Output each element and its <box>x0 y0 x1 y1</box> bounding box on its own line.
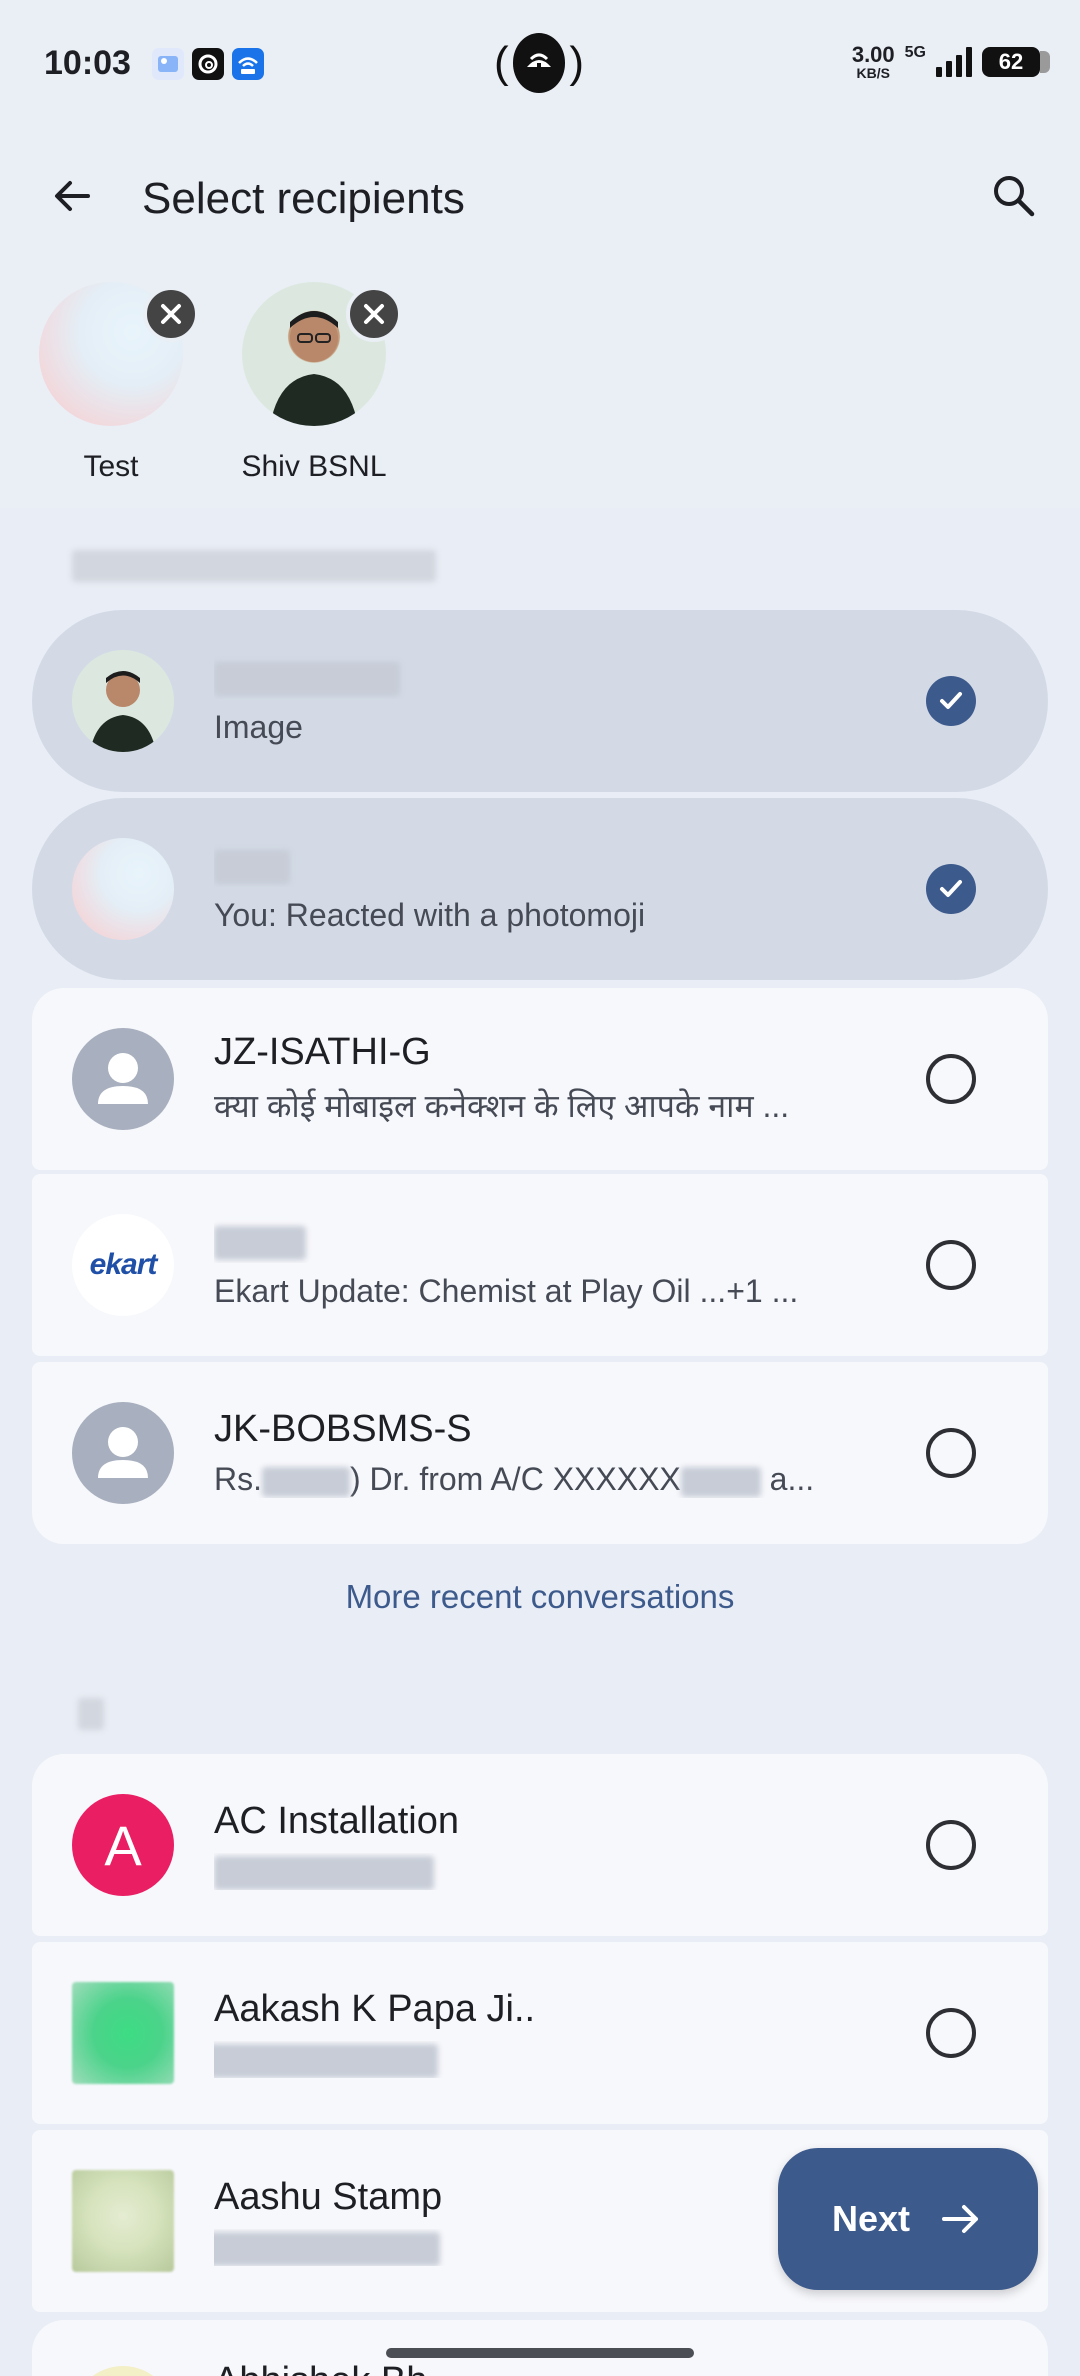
status-bar: 10:03 ( ) 3.00 KB/S 5G 62 <box>0 0 1080 130</box>
list-item[interactable]: ekart Ekart Update: Chemist at Play Oil … <box>32 1174 1048 1356</box>
person-icon <box>98 1427 148 1478</box>
remove-recipient-button[interactable] <box>346 286 402 342</box>
list-item[interactable]: Aakash K Papa Ji.. <box>32 1942 1048 2124</box>
network-speed: 3.00 KB/S <box>851 42 895 81</box>
avatar <box>72 2366 174 2376</box>
arrow-back-icon <box>55 181 90 211</box>
status-time: 10:03 <box>44 44 131 82</box>
battery-icon: 62 <box>982 47 1050 77</box>
gallery-notification-icon <box>152 48 184 80</box>
list-item-text: AC Installation <box>214 1800 888 1891</box>
avatar <box>72 2170 174 2272</box>
app-bar: Select recipients <box>0 130 1080 270</box>
selected-recipients: Test Shiv BSNL <box>0 270 1080 508</box>
avatar <box>72 1982 174 2084</box>
status-right-icons: 3.00 KB/S 5G 62 <box>851 42 1050 82</box>
avatar <box>72 1402 174 1504</box>
list-item-text: JK-BOBSMS-S Rs.) Dr. from A/C XXXXXX a..… <box>214 1408 888 1498</box>
search-icon <box>994 176 1035 217</box>
home-indicator[interactable] <box>386 2348 694 2358</box>
list-item-text: You: Reacted with a photomoji <box>214 844 888 934</box>
selection-checkbox[interactable] <box>926 864 976 914</box>
page-title: Select recipients <box>142 174 465 223</box>
selected-chip-name: Shiv BSNL <box>241 450 387 483</box>
person-icon <box>98 1053 148 1104</box>
hotspot-icon <box>512 33 566 93</box>
recipient-list[interactable]: Image You: Reacted with a photomoji JZ-I… <box>0 508 1080 2376</box>
list-item-title: JK-BOBSMS-S <box>214 1408 472 1450</box>
list-item-text: Image <box>214 656 888 746</box>
avatar: A <box>72 1794 174 1896</box>
selection-radio[interactable] <box>926 1240 976 1290</box>
back-button[interactable] <box>36 160 108 232</box>
avatar <box>72 650 174 752</box>
avatar <box>72 838 174 940</box>
selection-radio[interactable] <box>926 2008 976 2058</box>
signal-icon <box>936 47 972 77</box>
selection-checkbox[interactable] <box>926 676 976 726</box>
list-item-subtitle: Image <box>214 709 303 745</box>
list-item-title <box>214 656 888 699</box>
threads-notification-icon <box>192 48 224 80</box>
selection-radio[interactable] <box>926 1428 976 1478</box>
ekart-logo: ekart <box>72 1214 174 1316</box>
list-item-title <box>214 1220 888 1263</box>
selection-radio[interactable] <box>926 1054 976 1104</box>
list-item-subtitle: Rs.) Dr. from A/C XXXXXX a... <box>214 1461 815 1497</box>
selected-chip[interactable]: Shiv BSNL <box>229 282 402 484</box>
wifi-app-notification-icon <box>232 48 264 80</box>
selected-chip-name: Test <box>83 450 139 483</box>
check-icon <box>940 692 962 709</box>
list-item-text: Ekart Update: Chemist at Play Oil ...+1 … <box>214 1220 888 1310</box>
list-item[interactable]: Image <box>32 610 1048 792</box>
list-item-subtitle: Ekart Update: Chemist at Play Oil ...+1 … <box>214 1273 799 1309</box>
next-button[interactable]: Next <box>778 2148 1038 2290</box>
avatar <box>242 282 402 426</box>
list-item[interactable]: JZ-ISATHI-G क्या कोई मोबाइल कनेक्शन के ल… <box>32 988 1048 1170</box>
list-item-text: JZ-ISATHI-G क्या कोई मोबाइल कनेक्शन के ल… <box>214 1031 888 1127</box>
avatar <box>72 1028 174 1130</box>
list-item-subtitle: You: Reacted with a photomoji <box>214 897 646 933</box>
selection-radio[interactable] <box>926 1820 976 1870</box>
section-header-letter <box>78 1698 104 1730</box>
network-type: 5G <box>904 44 926 61</box>
list-item-subtitle <box>214 2041 888 2079</box>
close-icon <box>364 304 384 324</box>
close-icon <box>161 304 181 324</box>
list-item-subtitle <box>214 1853 888 1891</box>
list-item-title: AC Installation <box>214 1799 460 1842</box>
remove-recipient-button[interactable] <box>143 286 199 342</box>
section-header-recent <box>72 550 436 582</box>
check-icon <box>940 880 962 897</box>
hotspot-indicator: ( ) <box>494 30 584 96</box>
list-item-title: Abhishek Bh... <box>214 2360 888 2376</box>
avatar <box>39 282 199 426</box>
list-item-title <box>214 844 888 887</box>
list-item[interactable]: You: Reacted with a photomoji <box>32 798 1048 980</box>
arrow-forward-icon <box>942 2205 979 2233</box>
list-item-title: JZ-ISATHI-G <box>214 1031 431 1073</box>
more-recent-conversations-link[interactable]: More recent conversations <box>0 1578 1080 1616</box>
list-item-title: Aakash K Papa Ji.. <box>214 1987 536 2030</box>
selected-chip[interactable]: Test <box>26 282 199 484</box>
search-button[interactable] <box>978 160 1050 232</box>
list-item[interactable]: A AC Installation <box>32 1754 1048 1936</box>
list-item-text: Aakash K Papa Ji.. <box>214 1988 888 2079</box>
list-item[interactable]: JK-BOBSMS-S Rs.) Dr. from A/C XXXXXX a..… <box>32 1362 1048 1544</box>
list-item-text: Abhishek Bh... <box>214 2360 888 2376</box>
list-item-subtitle: क्या कोई मोबाइल कनेक्शन के लिए आपके नाम … <box>214 1088 790 1124</box>
